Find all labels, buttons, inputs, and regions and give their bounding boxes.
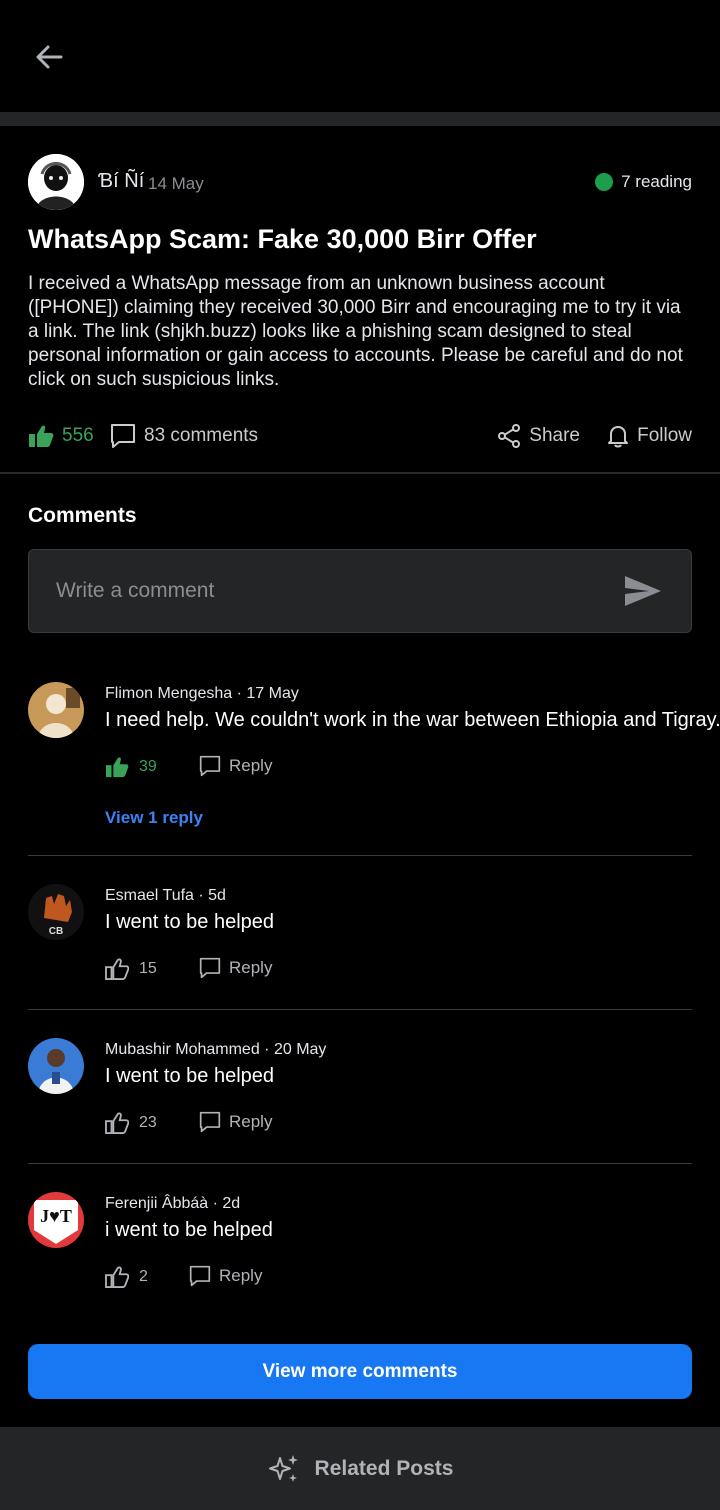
commenter-avatar[interactable] [28,1038,84,1094]
reply-label: Reply [219,1266,263,1285]
author-avatar[interactable] [28,154,84,210]
comment-text: I need help. We couldn't work in the war… [105,709,720,731]
comment-meta: Flimon Mengesha · 17 May [105,685,299,702]
commenter-name[interactable]: Mubashir Mohammed [105,1041,260,1058]
comment-like-button[interactable]: 23 [105,1112,157,1134]
like-button[interactable]: 556 [28,424,94,448]
comment-input[interactable] [56,550,616,632]
share-label: Share [529,425,580,446]
post-title: WhatsApp Scam: Fake 30,000 Birr Offer [28,224,537,254]
reading-count: 7 reading [621,172,692,191]
author-name[interactable]: Ɓí Ñí [98,170,144,193]
comment-like-button[interactable]: 2 [105,1266,148,1288]
avatar-initials: J♥T [40,1206,72,1226]
comment-text: I went to be helped [105,911,275,933]
comment-composer [28,549,692,633]
thumbs-up-filled-icon [106,757,129,778]
comments-heading: Comments [28,504,137,527]
comment-text: I went to be helped [105,1065,275,1087]
comment-icon [111,424,135,448]
reply-label: Reply [229,958,273,977]
reply-button[interactable]: Reply [199,1111,272,1133]
thumbs-up-icon [105,1266,129,1288]
comment-divider [28,1009,692,1010]
comment-like-button[interactable]: 15 [105,958,157,980]
commenter-name[interactable]: Esmael Tufa [105,887,194,904]
reply-button[interactable]: Reply [199,957,272,979]
reply-label: Reply [229,1112,273,1131]
commenter-avatar[interactable]: CB [28,884,84,940]
comment-like-count: 15 [139,960,157,977]
share-button[interactable]: Share [497,424,580,448]
reply-button[interactable]: Reply [199,755,272,777]
comment-text: i went to be helped [105,1219,273,1241]
comments-count-button[interactable]: 83 comments [110,423,258,449]
view-more-comments-button[interactable]: View more comments [28,1344,692,1399]
divider [0,472,720,474]
comment-icon [199,755,221,777]
comment-time: 2d [222,1195,241,1212]
comment-meta: Ferenjii Âbbáà · 2d [105,1195,241,1212]
commenter-name[interactable]: Ferenjii Âbbáà [105,1195,208,1212]
like-count: 556 [62,425,94,446]
view-replies-link[interactable]: View 1 reply [105,808,203,828]
bell-icon [608,426,629,448]
related-posts-label: Related Posts [314,1456,454,1480]
comment-icon [199,1111,221,1133]
comment-time: 5d [208,887,226,904]
comment-icon [199,957,221,979]
related-posts-bar[interactable]: Related Posts [0,1427,720,1510]
comment-divider [28,855,692,856]
svg-text:CB: CB [49,926,63,937]
comment-like-count: 23 [139,1114,157,1131]
thumbs-up-icon [105,1112,129,1134]
thumbs-up-filled-icon [29,425,54,447]
send-icon [625,576,661,606]
follow-button[interactable]: Follow [607,424,692,448]
post-body: I received a WhatsApp message from an un… [28,273,683,390]
commenter-name[interactable]: Flimon Mengesha [105,685,232,702]
reply-label: Reply [229,756,273,775]
reply-button[interactable]: Reply [189,1265,262,1287]
comments-count-label: 83 comments [144,425,259,446]
comment-meta: Esmael Tufa · 5d [105,887,226,904]
thumbs-up-icon [105,958,129,980]
send-button[interactable] [623,574,663,608]
online-dot-icon [595,173,614,191]
comment-icon [189,1265,211,1287]
comment-like-count: 39 [139,758,157,775]
section-divider [0,112,720,126]
commenter-avatar[interactable] [28,682,84,738]
share-icon [498,424,521,448]
comment-like-button[interactable]: 39 [105,756,157,778]
sparkles-icon [268,1454,298,1482]
commenter-avatar[interactable]: J♥T [28,1192,84,1248]
arrow-left-icon [36,45,63,69]
top-app-bar [0,0,720,112]
comment-like-count: 2 [139,1268,148,1285]
follow-label: Follow [637,425,692,446]
post-actions: 556 83 comments Share Follow [28,424,692,456]
comment-divider [28,1163,692,1164]
comment-meta: Mubashir Mohammed · 20 May [105,1041,327,1058]
comment-time: 17 May [246,685,299,702]
comment-time: 20 May [273,1041,327,1058]
reading-indicator: 7 reading [595,172,692,192]
post-date: 14 May [148,174,204,193]
back-button[interactable] [28,36,70,78]
